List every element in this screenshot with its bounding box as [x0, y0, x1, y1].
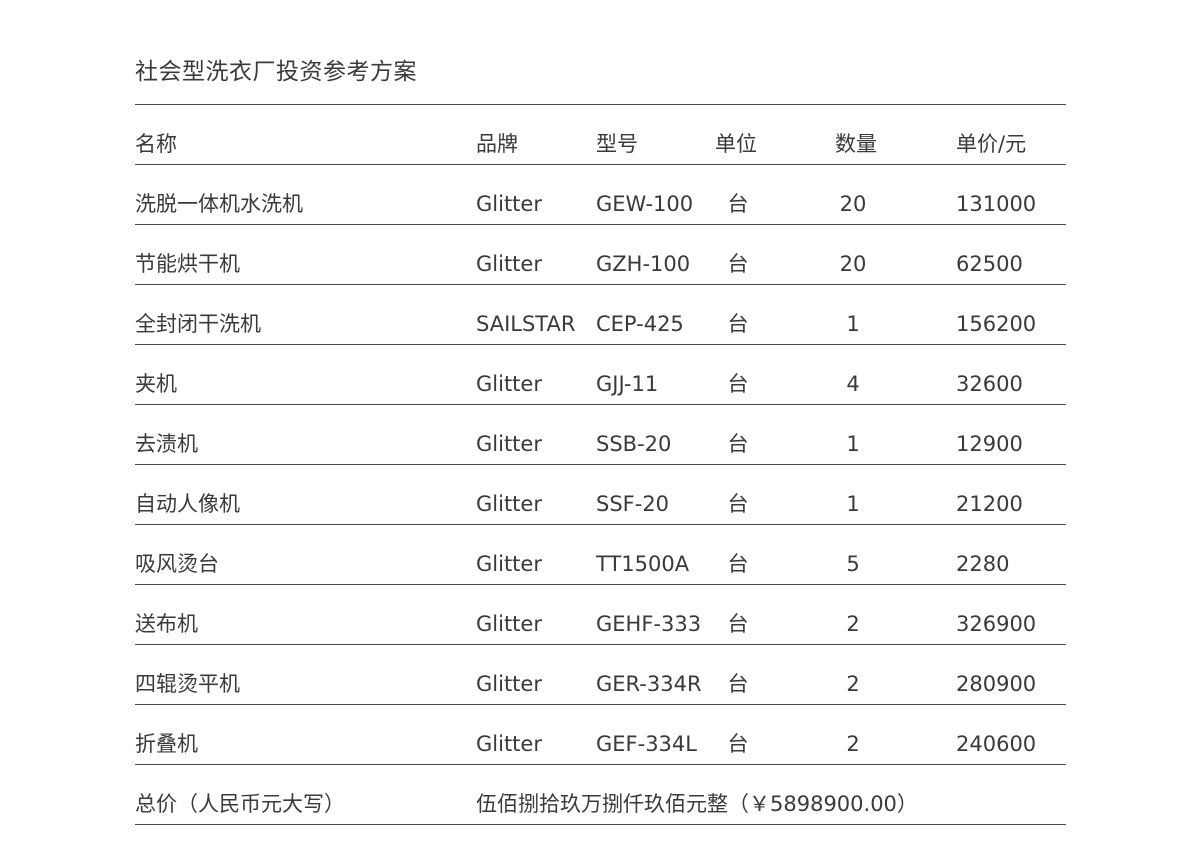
table-row: 吸风烫台 Glitter TT1500A 台 5 2280 — [135, 525, 1066, 585]
cell-qty: 1 — [846, 432, 860, 456]
cell-qty: 2 — [846, 672, 860, 696]
cell-brand: Glitter — [476, 372, 542, 396]
cell-model: GEW-100 — [596, 192, 694, 216]
cell-model: GEF-334L — [596, 732, 697, 756]
table-row: 夹机 Glitter GJJ-11 台 4 32600 — [135, 345, 1066, 405]
header-brand: 品牌 — [476, 132, 518, 156]
cell-model: GEHF-333 — [596, 612, 702, 636]
cell-brand: SAILSTAR — [476, 312, 576, 336]
cell-price: 32600 — [956, 372, 1023, 396]
cell-price: 12900 — [956, 432, 1023, 456]
cell-name: 四辊烫平机 — [135, 672, 240, 696]
header-model: 型号 — [596, 132, 638, 156]
total-label: 总价（人民币元大写） — [135, 792, 345, 816]
header-qty: 数量 — [835, 132, 877, 156]
cell-price: 131000 — [956, 192, 1037, 216]
cell-name: 吸风烫台 — [135, 552, 219, 576]
cell-brand: Glitter — [476, 252, 542, 276]
cell-unit: 台 — [727, 192, 749, 216]
document-title: 社会型洗衣厂投资参考方案 — [135, 59, 417, 85]
cell-unit: 台 — [727, 672, 749, 696]
cell-price: 326900 — [956, 612, 1037, 636]
cell-model: SSF-20 — [596, 492, 670, 516]
header-name: 名称 — [135, 132, 177, 156]
cell-price: 240600 — [956, 732, 1037, 756]
cell-price: 280900 — [956, 672, 1037, 696]
cell-model: TT1500A — [596, 552, 690, 576]
total-row: 总价（人民币元大写） 伍佰捌拾玖万捌仟玖佰元整（￥5898900.00） — [135, 765, 1066, 825]
cell-qty: 1 — [846, 312, 860, 336]
cell-model: CEP-425 — [596, 312, 684, 336]
cell-brand: Glitter — [476, 492, 542, 516]
cell-brand: Glitter — [476, 192, 542, 216]
header-price: 单价/元 — [956, 132, 1027, 156]
cell-unit: 台 — [727, 432, 749, 456]
cell-name: 全封闭干洗机 — [135, 312, 261, 336]
cell-brand: Glitter — [476, 552, 542, 576]
cell-name: 洗脱一体机水洗机 — [135, 192, 303, 216]
cell-unit: 台 — [727, 732, 749, 756]
cell-unit: 台 — [727, 312, 749, 336]
table-row: 节能烘干机 Glitter GZH-100 台 20 62500 — [135, 225, 1066, 285]
cell-price: 2280 — [956, 552, 1010, 576]
cell-brand: Glitter — [476, 732, 542, 756]
header-unit: 单位 — [715, 132, 757, 156]
cell-qty: 4 — [846, 372, 860, 396]
cell-brand: Glitter — [476, 612, 542, 636]
cell-price: 62500 — [956, 252, 1023, 276]
cell-model: GZH-100 — [596, 252, 691, 276]
table-row: 自动人像机 Glitter SSF-20 台 1 21200 — [135, 465, 1066, 525]
cell-qty: 2 — [846, 732, 860, 756]
table-row: 四辊烫平机 Glitter GER-334R 台 2 280900 — [135, 645, 1066, 705]
document-page: 社会型洗衣厂投资参考方案 名称 品牌 型号 单位 数量 单价/元 洗脱一体机水洗… — [0, 0, 1200, 848]
cell-unit: 台 — [727, 492, 749, 516]
cell-unit: 台 — [727, 552, 749, 576]
cell-unit: 台 — [727, 612, 749, 636]
table-row: 全封闭干洗机 SAILSTAR CEP-425 台 1 156200 — [135, 285, 1066, 345]
cell-model: SSB-20 — [596, 432, 672, 456]
cell-qty: 20 — [839, 252, 867, 276]
table-header-row: 名称 品牌 型号 单位 数量 单价/元 — [135, 105, 1066, 165]
cell-qty: 5 — [846, 552, 860, 576]
cell-model: GER-334R — [596, 672, 702, 696]
investment-table: 名称 品牌 型号 单位 数量 单价/元 洗脱一体机水洗机 Glitter GEW… — [135, 105, 1066, 825]
table-row: 去渍机 Glitter SSB-20 台 1 12900 — [135, 405, 1066, 465]
cell-qty: 2 — [846, 612, 860, 636]
cell-price: 21200 — [956, 492, 1023, 516]
cell-name: 自动人像机 — [135, 492, 240, 516]
total-value: 伍佰捌拾玖万捌仟玖佰元整（￥5898900.00） — [476, 792, 918, 816]
cell-qty: 20 — [839, 192, 867, 216]
cell-brand: Glitter — [476, 672, 542, 696]
table-row: 送布机 Glitter GEHF-333 台 2 326900 — [135, 585, 1066, 645]
cell-brand: Glitter — [476, 432, 542, 456]
cell-model: GJJ-11 — [596, 372, 659, 396]
cell-price: 156200 — [956, 312, 1037, 336]
cell-name: 夹机 — [135, 372, 177, 396]
table-row: 洗脱一体机水洗机 Glitter GEW-100 台 20 131000 — [135, 165, 1066, 225]
cell-unit: 台 — [727, 252, 749, 276]
cell-name: 送布机 — [135, 612, 198, 636]
cell-name: 折叠机 — [135, 732, 198, 756]
cell-name: 节能烘干机 — [135, 252, 240, 276]
table-row: 折叠机 Glitter GEF-334L 台 2 240600 — [135, 705, 1066, 765]
cell-name: 去渍机 — [135, 432, 198, 456]
cell-unit: 台 — [727, 372, 749, 396]
cell-qty: 1 — [846, 492, 860, 516]
